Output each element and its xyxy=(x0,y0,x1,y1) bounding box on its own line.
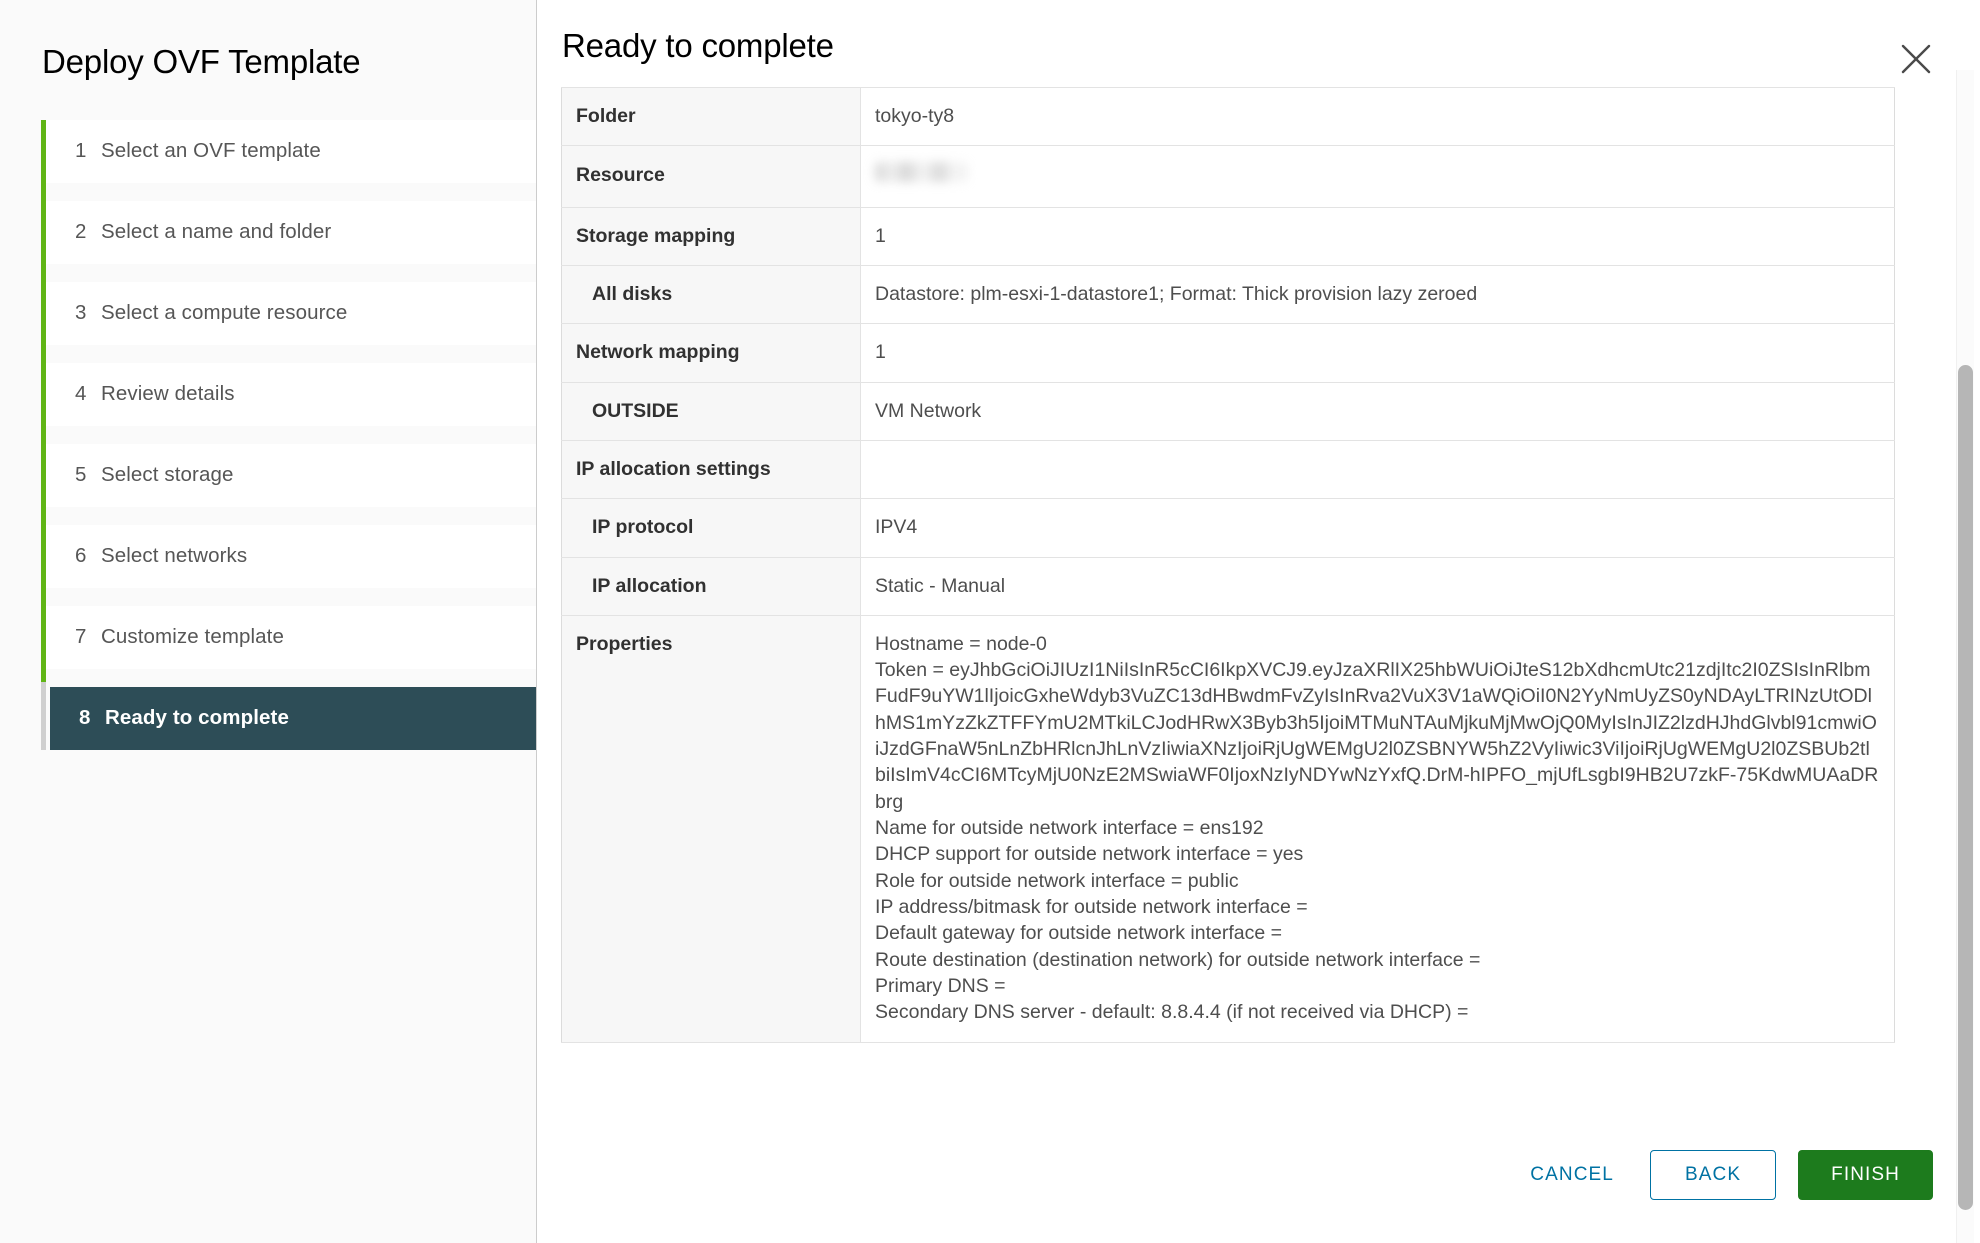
row-key: Properties xyxy=(562,615,861,1042)
table-row: Storage mapping 1 xyxy=(562,207,1895,265)
page-title: Ready to complete xyxy=(562,27,834,65)
back-button[interactable]: BACK xyxy=(1650,1150,1776,1200)
table-row: OUTSIDE VM Network xyxy=(562,382,1895,440)
row-value: VM Network xyxy=(861,382,1895,440)
step-number: 1 xyxy=(75,139,101,163)
property-line: DHCP support for outside network interfa… xyxy=(875,841,1880,867)
row-value-redacted: 10.21.40.5 xyxy=(861,146,1895,207)
table-row: IP protocol IPV4 xyxy=(562,499,1895,557)
table-row-properties: Properties Hostname = node-0 Token = eyJ… xyxy=(562,615,1895,1042)
row-value: Static - Manual xyxy=(861,557,1895,615)
property-line: Secondary DNS server - default: 8.8.4.4 … xyxy=(875,999,1880,1025)
step-label: Select storage xyxy=(101,463,233,487)
sidebar-step-select-an-ovf-template[interactable]: 1 Select an OVF template xyxy=(46,120,536,183)
row-value: Datastore: plm-esxi-1-datastore1; Format… xyxy=(861,265,1895,323)
row-value xyxy=(861,440,1895,498)
step-label: Select a compute resource xyxy=(101,301,347,325)
row-key: OUTSIDE xyxy=(562,382,861,440)
row-key: IP protocol xyxy=(562,499,861,557)
property-line: Primary DNS = xyxy=(875,973,1880,999)
cancel-button[interactable]: CANCEL xyxy=(1512,1152,1632,1198)
deployment-summary-table: Folder tokyo-ty8 Resource 10.21.40.5 Sto… xyxy=(561,87,1895,1043)
properties-value: Hostname = node-0 Token = eyJhbGciOiJIUz… xyxy=(861,615,1895,1042)
summary-scroll-region: Folder tokyo-ty8 Resource 10.21.40.5 Sto… xyxy=(561,87,1980,1122)
sidebar-step-customize-template[interactable]: 7 Customize template xyxy=(46,606,536,669)
sidebar-step-select-a-name-and-folder[interactable]: 2 Select a name and folder xyxy=(46,201,536,264)
table-row: Resource 10.21.40.5 xyxy=(562,146,1895,207)
row-value: 1 xyxy=(861,324,1895,382)
sidebar-step-select-a-compute-resource[interactable]: 3 Select a compute resource xyxy=(46,282,536,345)
table-row: All disks Datastore: plm-esxi-1-datastor… xyxy=(562,265,1895,323)
row-value: IPV4 xyxy=(861,499,1895,557)
table-row: IP allocation Static - Manual xyxy=(562,557,1895,615)
property-line: Role for outside network interface = pub… xyxy=(875,868,1880,894)
wizard-step-list: 1 Select an OVF template 2 Select a name… xyxy=(0,120,536,750)
row-value: tokyo-ty8 xyxy=(861,88,1895,146)
property-line: Default gateway for outside network inte… xyxy=(875,920,1880,946)
sidebar-step-select-storage[interactable]: 5 Select storage xyxy=(46,444,536,507)
row-key: Resource xyxy=(562,146,861,207)
step-number: 7 xyxy=(75,625,101,649)
step-label: Select an OVF template xyxy=(101,139,321,163)
step-number: 6 xyxy=(75,544,101,568)
wizard-sidebar: Deploy OVF Template 1 Select an OVF temp… xyxy=(0,0,537,1243)
wizard-content: Ready to complete Folder tokyo-ty8 Resou… xyxy=(537,0,1980,1243)
property-line: Route destination (destination network) … xyxy=(875,947,1880,973)
table-row: Network mapping 1 xyxy=(562,324,1895,382)
row-key: Network mapping xyxy=(562,324,861,382)
table-row: IP allocation settings xyxy=(562,440,1895,498)
step-label: Ready to complete xyxy=(105,706,289,730)
redacted-value: 10.21.40.5 xyxy=(875,162,967,182)
sidebar-step-select-networks[interactable]: 6 Select networks xyxy=(46,525,536,588)
step-label: Select networks xyxy=(101,544,247,568)
step-number: 8 xyxy=(79,706,105,730)
step-number: 2 xyxy=(75,220,101,244)
property-token: Token = eyJhbGciOiJIUzI1NiIsInR5cCI6IkpX… xyxy=(875,657,1880,815)
deploy-ovf-wizard: Deploy OVF Template 1 Select an OVF temp… xyxy=(0,0,1980,1243)
row-value: 1 xyxy=(861,207,1895,265)
vertical-scrollbar-thumb[interactable] xyxy=(1958,365,1973,1210)
row-key: IP allocation settings xyxy=(562,440,861,498)
row-key: All disks xyxy=(562,265,861,323)
row-key: Storage mapping xyxy=(562,207,861,265)
step-label: Review details xyxy=(101,382,235,406)
step-label: Select a name and folder xyxy=(101,220,331,244)
finish-button[interactable]: FINISH xyxy=(1798,1150,1933,1200)
step-number: 4 xyxy=(75,382,101,406)
row-key: IP allocation xyxy=(562,557,861,615)
sidebar-step-review-details[interactable]: 4 Review details xyxy=(46,363,536,426)
step-number: 3 xyxy=(75,301,101,325)
step-label: Customize template xyxy=(101,625,284,649)
wizard-footer: CANCEL BACK FINISH xyxy=(1512,1150,1933,1200)
property-hostname: Hostname = node-0 xyxy=(875,631,1880,657)
row-key: Folder xyxy=(562,88,861,146)
property-line: Name for outside network interface = ens… xyxy=(875,815,1880,841)
table-row: Folder tokyo-ty8 xyxy=(562,88,1895,146)
sidebar-step-ready-to-complete[interactable]: 8 Ready to complete xyxy=(50,687,536,750)
step-number: 5 xyxy=(75,463,101,487)
close-icon[interactable] xyxy=(1899,42,1933,76)
wizard-title: Deploy OVF Template xyxy=(0,0,536,82)
property-line: IP address/bitmask for outside network i… xyxy=(875,894,1880,920)
